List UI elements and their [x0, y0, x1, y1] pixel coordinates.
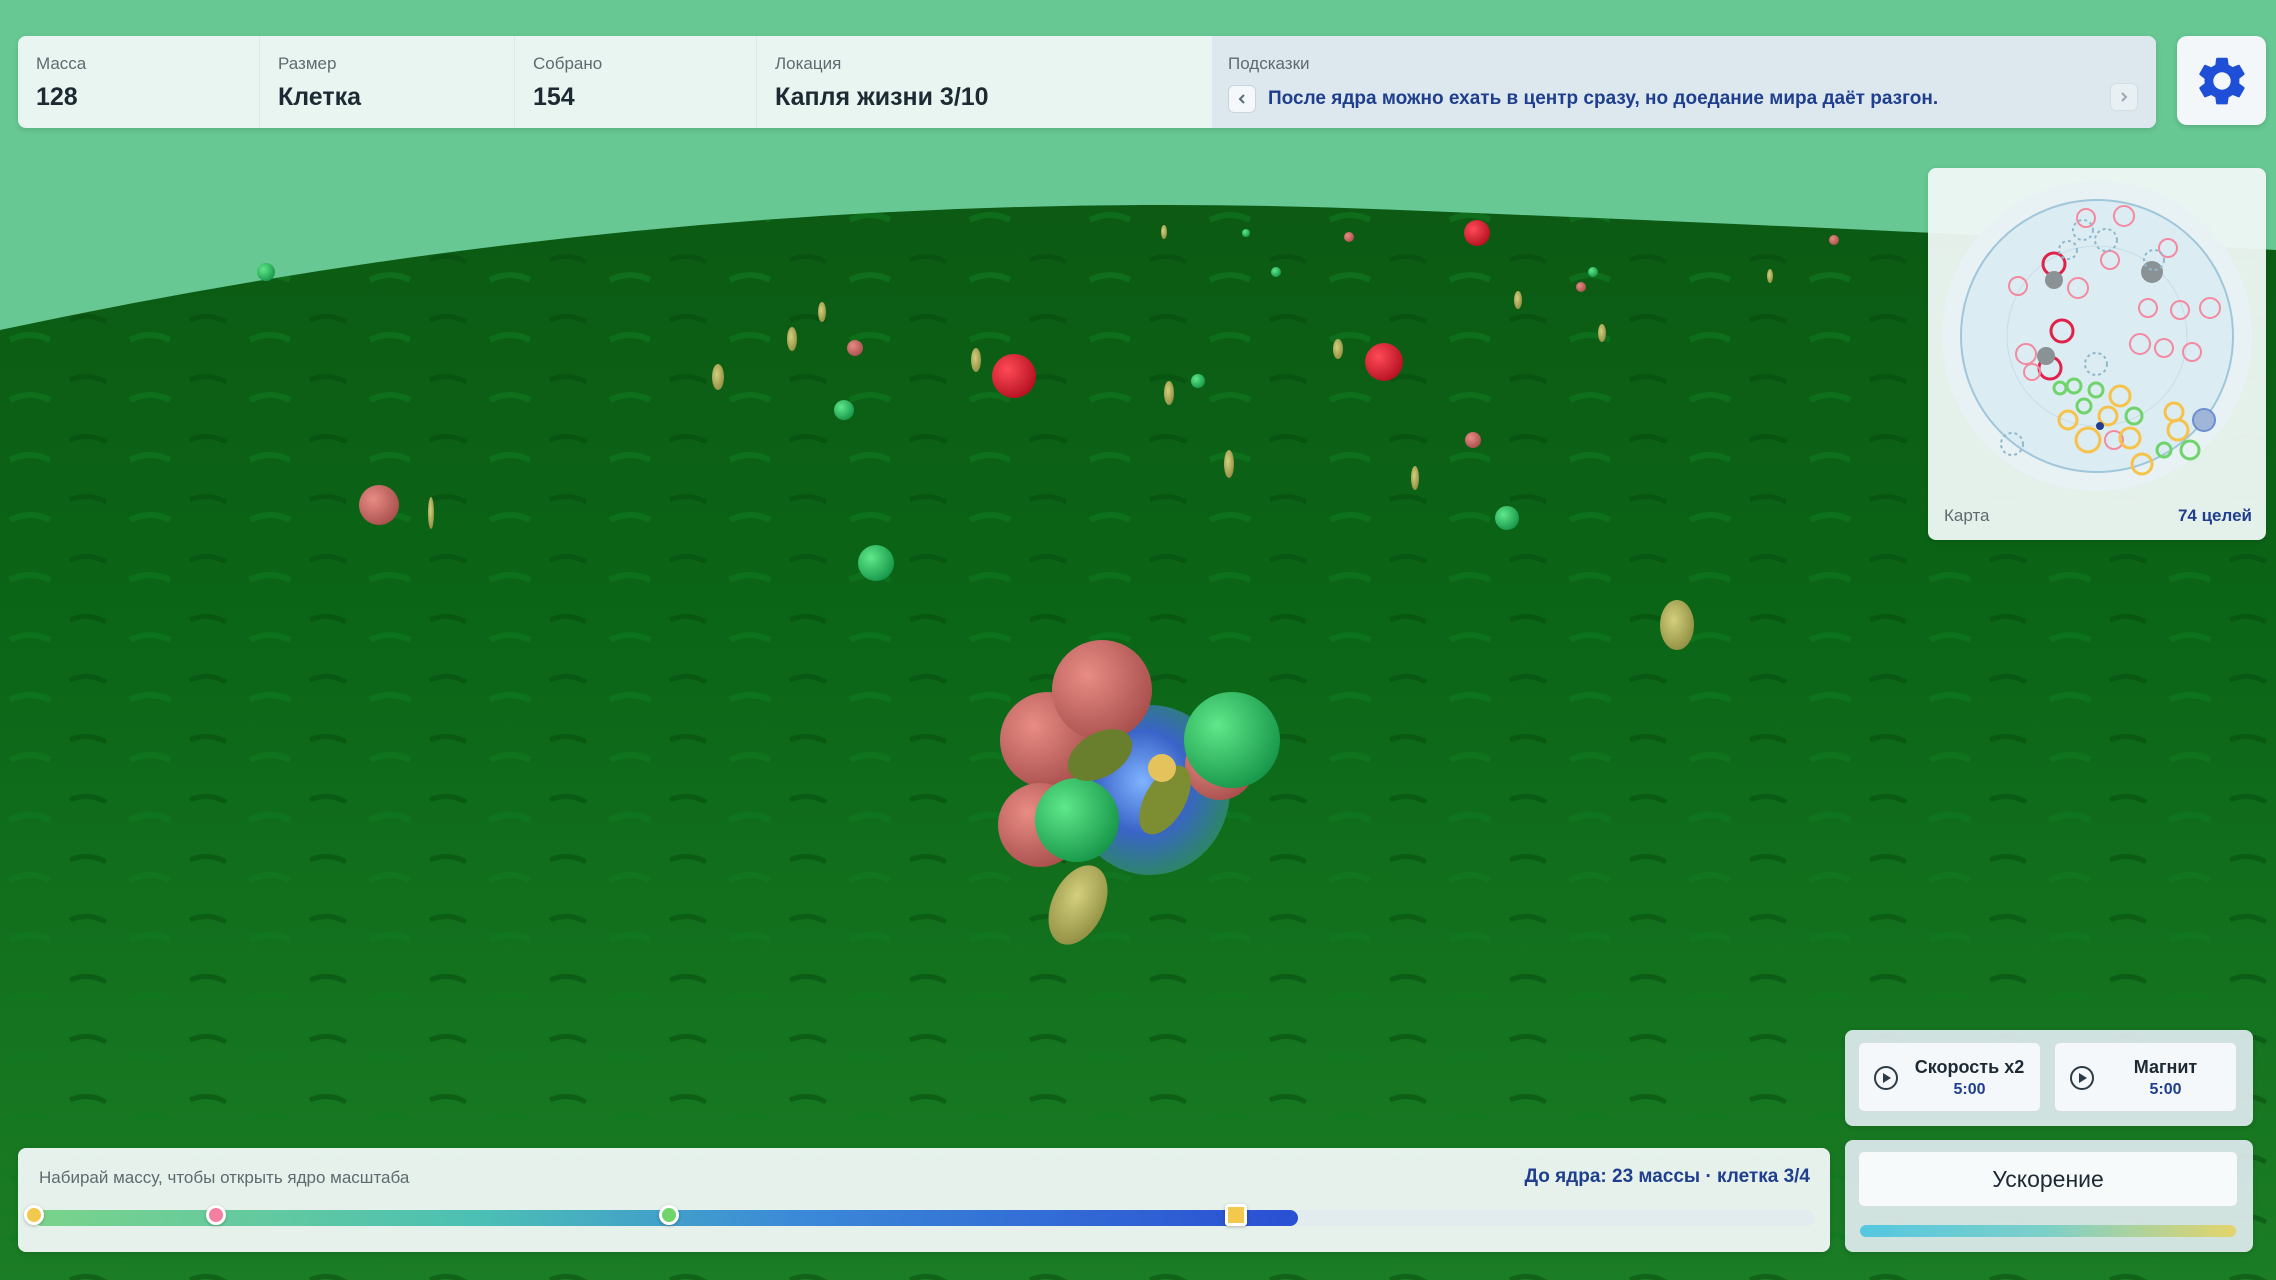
acceleration-panel: Ускорение [1845, 1140, 2253, 1252]
food-leaf [1514, 291, 1522, 309]
minimap[interactable]: Карта 74 целей [1928, 168, 2266, 540]
minimap-canvas [1942, 181, 2252, 491]
food-leaf [787, 327, 797, 351]
food-green [257, 263, 275, 281]
progress-milestone-marker [205, 1205, 226, 1225]
speed-boost-name: Скорость x2 [1914, 1057, 2025, 1077]
food-leaf [1161, 225, 1167, 239]
stat-size-value: Клетка [278, 83, 362, 111]
hints-panel: Подсказки После ядра можно ехать в центр… [1212, 36, 2156, 128]
speed-boost-button[interactable]: Скорость x2 5:00 [1858, 1042, 2041, 1112]
stat-collected: Собрано 154 [515, 36, 757, 128]
food-pink [847, 340, 863, 356]
stat-location-label: Локация [775, 54, 842, 73]
food-red [1365, 343, 1403, 381]
progress-milestone-marker [1224, 1204, 1247, 1226]
food-leaf [1411, 466, 1419, 490]
stat-size-label: Размер [278, 54, 337, 73]
hint-text: После ядра можно ехать в центр сразу, но… [1268, 88, 1939, 109]
stat-collected-value: 154 [533, 83, 575, 111]
food-leaf [1224, 450, 1234, 478]
food-leaf [1333, 339, 1343, 359]
food-pink [1465, 432, 1481, 448]
food-green [858, 545, 894, 581]
speed-boost-timer: 5:00 [1953, 1081, 1986, 1098]
stat-collected-label: Собрано [533, 54, 603, 73]
hints-label: Подсказки [1228, 54, 1310, 73]
stat-location: Локация Капля жизни 3/10 [757, 36, 1212, 128]
food-green [1242, 229, 1250, 237]
magnet-boost-name: Магнит [2133, 1057, 2198, 1077]
stat-location-value: Капля жизни 3/10 [775, 83, 989, 111]
gear-icon [2198, 57, 2245, 104]
food-leaf [712, 364, 724, 390]
progress-goal: До ядра: 23 массы · клетка 3/4 [1524, 1166, 1810, 1187]
food-leaf [971, 348, 981, 372]
food-leaf [1164, 381, 1174, 405]
acceleration-button[interactable]: Ускорение [1858, 1151, 2238, 1207]
stat-mass-label: Масса [36, 54, 87, 73]
food-red [992, 354, 1036, 398]
food-leaf [1598, 324, 1606, 342]
minimap-target-count: 74 целей [2177, 506, 2252, 525]
food-pink [1829, 235, 1839, 245]
magnet-boost-button[interactable]: Магнит 5:00 [2054, 1042, 2237, 1112]
food-leaf [1660, 600, 1694, 650]
food-red [1464, 220, 1490, 246]
boosts-panel: Скорость x2 5:00 Магнит 5:00 [1845, 1030, 2253, 1126]
food-green [1191, 374, 1205, 388]
acceleration-meter-fill [1860, 1225, 2236, 1237]
food-pink [359, 485, 399, 525]
chevron-left-icon [1238, 94, 1245, 104]
progress-milestone-marker [24, 1205, 44, 1225]
food-green [834, 400, 854, 420]
acceleration-meter [1860, 1225, 2236, 1237]
stat-mass: Масса 128 [18, 36, 260, 128]
hint-prev-button[interactable] [1228, 85, 1256, 113]
chevron-right-icon [2121, 92, 2128, 102]
progress-track [24, 1204, 1814, 1226]
stats-bar: Масса 128 Размер Клетка Собрано 154 Лока… [18, 36, 2156, 128]
minimap-label: Карта [1944, 506, 1990, 525]
food-pink [1576, 282, 1586, 292]
progress-hint: Набирай массу, чтобы открыть ядро масшта… [39, 1168, 410, 1187]
progress-milestone-marker [659, 1205, 680, 1225]
food-leaf [1767, 269, 1773, 283]
stat-size: Размер Клетка [260, 36, 515, 128]
food-leaf [428, 497, 434, 529]
food-leaf [818, 302, 826, 322]
magnet-boost-timer: 5:00 [2149, 1081, 2182, 1098]
settings-button[interactable] [2177, 36, 2266, 125]
mass-progress-panel: Набирай массу, чтобы открыть ядро масшта… [18, 1148, 1830, 1252]
food-green [1271, 267, 1281, 277]
food-green [1588, 267, 1598, 277]
food-pink [1344, 232, 1354, 242]
hint-next-button[interactable] [2110, 83, 2138, 111]
stat-mass-value: 128 [36, 83, 78, 111]
food-green [1495, 506, 1519, 530]
